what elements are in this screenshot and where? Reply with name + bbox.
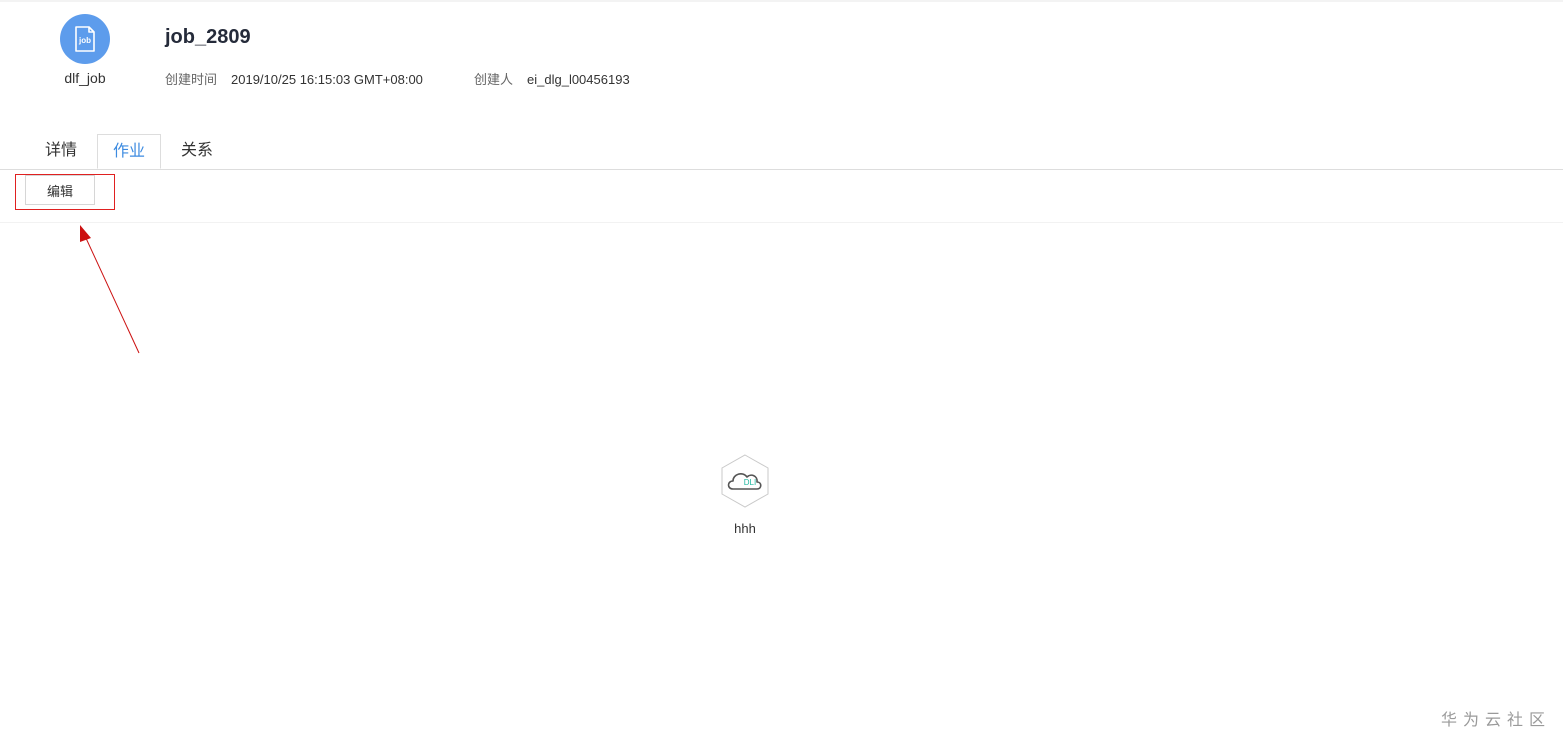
tab-bar: 详情 作业 关系 xyxy=(0,134,1563,170)
node-label: hhh xyxy=(734,521,756,536)
creator-meta: 创建人 ei_dlg_l00456193 xyxy=(474,69,630,88)
annotation-arrow-icon xyxy=(80,225,140,354)
toolbar-divider xyxy=(0,222,1563,223)
dli-node[interactable]: DLI xyxy=(719,453,771,509)
dli-icon-text: DLI xyxy=(744,478,756,487)
watermark: 华为云社区 xyxy=(1440,712,1551,729)
created-time-value: 2019/10/25 16:15:03 GMT+08:00 xyxy=(231,72,423,87)
creator-label: 创建人 xyxy=(474,72,514,87)
creator-value: ei_dlg_l00456193 xyxy=(527,72,630,87)
created-time-meta: 创建时间 2019/10/25 16:15:03 GMT+08:00 xyxy=(165,69,423,88)
top-border xyxy=(0,0,1563,2)
